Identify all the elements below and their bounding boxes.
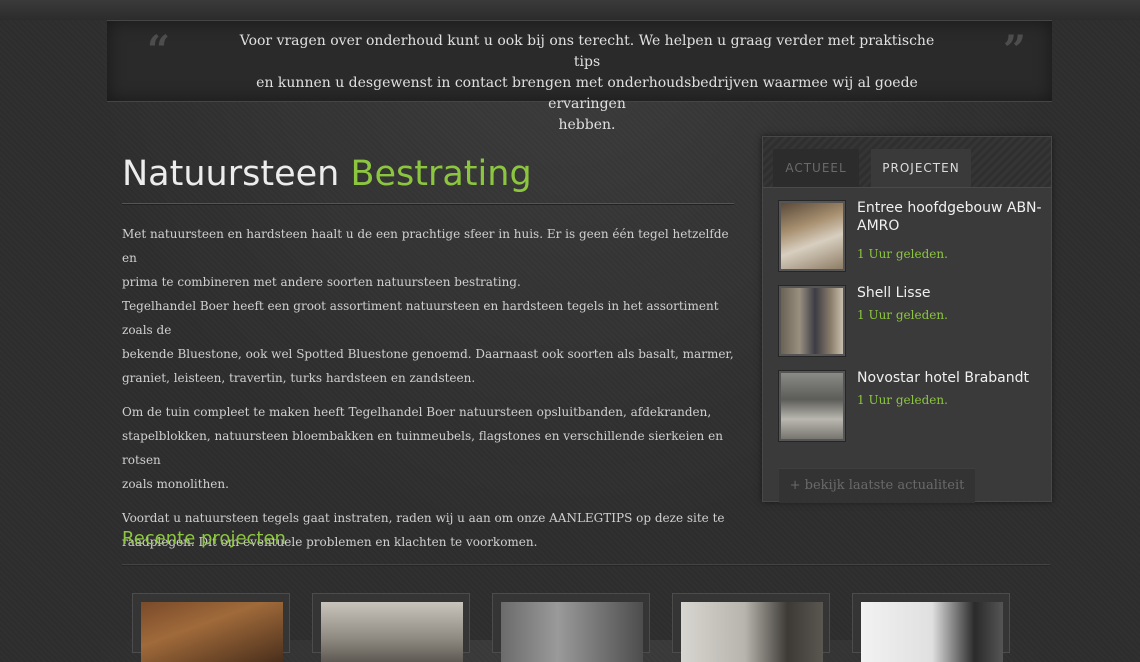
text-line: stapelblokken, natuursteen bloembakken e… [122, 429, 723, 467]
quote-line: en kunnen u desgewenst in contact brenge… [256, 75, 918, 112]
intro-text: Met natuursteen en hardsteen haalt u de … [122, 222, 734, 554]
tab-actueel[interactable]: ACTUEEL [773, 149, 859, 187]
quote-box: “ Voor vragen over onderhoud kunt u ook … [107, 20, 1052, 133]
paragraph: Met natuursteen en hardsteen haalt u de … [122, 222, 734, 390]
view-latest-button[interactable]: + bekijk laatste actualiteit [779, 468, 975, 503]
top-strip [0, 0, 1140, 20]
text-line: prima te combineren met andere soorten n… [122, 275, 521, 289]
recent-project-card[interactable] [852, 593, 1010, 662]
text-line: Met natuursteen en hardsteen haalt u de … [122, 227, 729, 265]
project-name[interactable]: Entree hoofdgebouw ABN-AMRO [857, 199, 1047, 235]
recent-project-image[interactable] [861, 602, 1003, 662]
project-item[interactable]: Novostar hotel Brabandt 1 Uur geleden. [777, 369, 1047, 454]
text-line: Tegelhandel Boer heeft een groot assorti… [122, 299, 719, 337]
project-name[interactable]: Shell Lisse [857, 284, 1047, 302]
quote-text: Voor vragen over onderhoud kunt u ook bi… [232, 31, 942, 136]
project-thumbnail[interactable] [779, 371, 845, 441]
page-title-main: Natuursteen [122, 154, 340, 194]
quote-close-icon: ” [1002, 27, 1026, 74]
project-time: 1 Uur geleden. [857, 393, 948, 407]
project-name[interactable]: Novostar hotel Brabandt [857, 369, 1047, 387]
text-line: zoals monolithen. [122, 477, 229, 491]
text-line: graniet, leisteen, travertin, turks hard… [122, 371, 476, 385]
recent-project-card[interactable] [492, 593, 650, 662]
quote-line: Voor vragen over onderhoud kunt u ook bi… [239, 33, 935, 70]
recent-project-card[interactable] [672, 593, 830, 662]
recent-project-image[interactable] [321, 602, 463, 662]
tab-projecten[interactable]: PROJECTEN [871, 149, 971, 187]
project-thumbnail[interactable] [779, 201, 845, 271]
project-thumbnail[interactable] [779, 286, 845, 356]
recent-project-card[interactable] [312, 593, 470, 662]
project-list: Entree hoofdgebouw ABN-AMRO 1 Uur gelede… [777, 199, 1047, 454]
recent-divider [122, 564, 1050, 566]
sidebar-widget: ACTUEEL PROJECTEN Entree hoofdgebouw ABN… [762, 136, 1052, 503]
recent-projects-row [132, 593, 1022, 662]
page-title: Natuursteen Bestrating [122, 150, 734, 198]
recent-project-image[interactable] [501, 602, 643, 662]
recent-project-image[interactable] [141, 602, 283, 662]
page-title-accent: Bestrating [350, 154, 532, 194]
project-item[interactable]: Entree hoofdgebouw ABN-AMRO 1 Uur gelede… [777, 199, 1047, 284]
recent-project-card[interactable] [132, 593, 290, 662]
recent-project-image[interactable] [681, 602, 823, 662]
recent-projects-title: Recente projecten [122, 528, 286, 549]
paragraph: Om de tuin compleet te maken heeft Tegel… [122, 400, 734, 496]
project-item[interactable]: Shell Lisse 1 Uur geleden. [777, 284, 1047, 369]
tab-bar: ACTUEEL PROJECTEN [763, 137, 1051, 188]
quote-line: hebben. [558, 117, 616, 133]
text-line: Om de tuin compleet te maken heeft Tegel… [122, 405, 712, 419]
main-content: Natuursteen Bestrating Met natuursteen e… [122, 150, 734, 564]
title-divider [122, 203, 734, 205]
quote-open-icon: “ [147, 27, 171, 74]
project-time: 1 Uur geleden. [857, 308, 948, 322]
text-line: bekende Bluestone, ook wel Spotted Blues… [122, 347, 734, 361]
text-line: Voordat u natuursteen tegels gaat instra… [122, 511, 725, 525]
project-time: 1 Uur geleden. [857, 247, 948, 261]
